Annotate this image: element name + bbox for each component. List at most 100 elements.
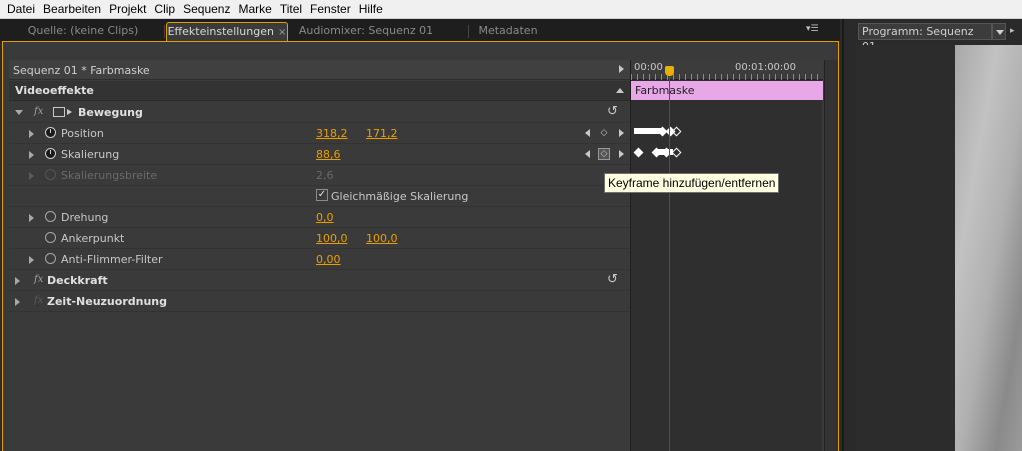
expand-triangle-icon[interactable] (29, 130, 34, 138)
rotation-label: Drehung (61, 211, 109, 224)
end-timecode: 00:01:00:00 (735, 62, 797, 73)
sequence-title: Sequenz 01 * Farbmaske (13, 64, 150, 77)
menu-titel[interactable]: Titel (276, 0, 306, 19)
position-x-value[interactable]: 318,2 (316, 127, 348, 140)
stopwatch-icon[interactable] (45, 253, 56, 264)
effect-row-time-remap[interactable]: fx Zeit-Neuzuordnung (9, 291, 630, 312)
add-keyframe-icon[interactable]: ◇ (598, 127, 610, 139)
stopwatch-icon[interactable] (45, 148, 56, 159)
next-keyframe-icon[interactable] (619, 150, 624, 158)
anti-flicker-value[interactable]: 0,00 (316, 253, 341, 266)
effect-timeline[interactable]: 00:00 00:01:00:00 Farbmaske (630, 60, 823, 451)
scale-width-label: Skalierungsbreite (61, 169, 158, 182)
property-row-anchor: Ankerpunkt 100,0 100,0 (9, 228, 630, 249)
time-remap-label: Zeit-Neuzuordnung (47, 295, 167, 308)
scale-value[interactable]: 88,6 (316, 148, 341, 161)
uniform-scale-checkbox[interactable]: ✓ (316, 189, 328, 201)
position-y-value[interactable]: 171,2 (366, 127, 398, 140)
previous-keyframe-icon[interactable] (585, 129, 590, 137)
menu-projekt[interactable]: Projekt (105, 0, 150, 19)
tab-effect-controls-label: Effekteinstellungen (167, 25, 274, 38)
transform-icon[interactable] (53, 107, 65, 117)
tab-source[interactable]: Quelle: (keine Clips) (8, 22, 158, 41)
tab-divider (468, 25, 469, 38)
time-ruler[interactable]: 00:00 00:01:00:00 (631, 60, 823, 80)
tab-divider (164, 25, 165, 38)
menu-datei[interactable]: Datei (3, 0, 39, 19)
menu-fenster[interactable]: Fenster (306, 0, 355, 19)
property-row-anti-flicker: Anti-Flimmer-Filter 0,00 (9, 249, 630, 270)
expand-triangle-icon[interactable] (29, 214, 34, 222)
property-row-scale-width: Skalierungsbreite 2,6 (9, 165, 630, 186)
scroll-up-arrow-icon[interactable] (616, 88, 624, 93)
reset-icon[interactable]: ↺ (607, 104, 618, 119)
vertical-scrollbar[interactable] (824, 60, 838, 451)
anchor-x-value[interactable]: 100,0 (316, 232, 348, 245)
next-keyframe-icon[interactable] (619, 129, 624, 137)
keyframe-diamond[interactable] (671, 126, 682, 137)
menu-bar: Datei Bearbeiten Projekt Clip Sequenz Ma… (0, 0, 1022, 19)
playhead-handle[interactable] (665, 66, 674, 76)
video-effects-header: Videoeffekte (9, 81, 630, 101)
anchor-label: Ankerpunkt (61, 232, 125, 245)
add-keyframe-icon[interactable]: ◇ (598, 148, 610, 160)
previous-keyframe-icon[interactable] (585, 150, 590, 158)
panel-menu-icon[interactable]: ▾☰ (806, 23, 822, 35)
fx-toggle-icon[interactable]: fx (34, 106, 43, 117)
anchor-y-value[interactable]: 100,0 (366, 232, 398, 245)
keyframe-diamond[interactable] (671, 147, 682, 158)
property-row-rotation: Drehung 0,0 (9, 207, 630, 228)
scale-label: Skalierung (61, 148, 120, 161)
keyframe-tooltip: Keyframe hinzufügen/entfernen (604, 173, 779, 193)
tab-metadata[interactable]: Metadaten (470, 22, 546, 41)
expand-triangle-icon (29, 172, 34, 180)
reset-icon[interactable]: ↺ (607, 272, 618, 287)
property-row-scale: Skalierung 88,6 ◇ (9, 144, 630, 165)
property-row-position: Position 318,2 171,2 ◇ (9, 123, 630, 144)
ruler-ticks (631, 74, 823, 80)
fx-toggle-icon[interactable]: fx (34, 274, 43, 285)
program-frame-background (856, 45, 955, 451)
property-row-uniform-scale: ✓ Gleichmäßige Skalierung (9, 186, 630, 207)
transform-arrow-icon (67, 109, 72, 115)
clip-bar[interactable]: Farbmaske (631, 81, 823, 100)
scale-width-value: 2,6 (316, 169, 334, 182)
expand-triangle-icon[interactable] (15, 298, 20, 306)
position-label: Position (61, 127, 104, 140)
video-effects-label: Videoeffekte (15, 84, 94, 97)
expand-triangle-icon[interactable] (15, 277, 20, 285)
sequence-header: Sequenz 01 * Farbmaske (9, 60, 630, 80)
menu-bearbeiten[interactable]: Bearbeiten (39, 0, 105, 19)
effect-row-motion[interactable]: fx Bewegung ↺ (9, 102, 630, 123)
show-timeline-arrow-icon[interactable] (619, 65, 624, 73)
effect-row-opacity[interactable]: fx Deckkraft ↺ (9, 270, 630, 291)
stopwatch-icon (45, 169, 56, 180)
fx-toggle-icon: fx (34, 295, 44, 306)
tab-audiomixer[interactable]: Audiomixer: Sequenz 01 (296, 22, 436, 41)
menu-marke[interactable]: Marke (234, 0, 275, 19)
rotation-value[interactable]: 0,0 (316, 211, 334, 224)
stopwatch-icon[interactable] (45, 127, 56, 138)
uniform-scale-label: Gleichmäßige Skalierung (331, 190, 469, 203)
tab-effect-controls[interactable]: Effekteinstellungen × (166, 22, 288, 41)
effect-controls-panel: Sequenz 01 * Farbmaske Videoeffekte fx B… (2, 41, 839, 451)
motion-label: Bewegung (78, 106, 143, 119)
chevron-down-icon[interactable] (992, 23, 1006, 40)
program-monitor-panel: Programm: Sequenz 01 ▸ (842, 19, 1022, 451)
menu-clip[interactable]: Clip (150, 0, 179, 19)
keyframe-diamond[interactable] (633, 147, 644, 158)
stopwatch-icon[interactable] (45, 211, 56, 222)
panel-menu-icon[interactable]: ▸ (1010, 26, 1015, 36)
close-icon[interactable]: × (278, 27, 286, 38)
expand-triangle-icon[interactable] (29, 151, 34, 159)
menu-hilfe[interactable]: Hilfe (355, 0, 387, 19)
start-timecode: 00:00 (634, 62, 663, 73)
playhead-line[interactable] (669, 76, 670, 451)
expand-triangle-icon[interactable] (29, 256, 34, 264)
opacity-label: Deckkraft (47, 274, 108, 287)
program-video-image (955, 45, 1022, 451)
collapse-triangle-icon[interactable] (15, 110, 23, 115)
program-monitor-tab[interactable]: Programm: Sequenz 01 (858, 23, 992, 53)
stopwatch-icon[interactable] (45, 232, 56, 243)
menu-sequenz[interactable]: Sequenz (179, 0, 234, 19)
